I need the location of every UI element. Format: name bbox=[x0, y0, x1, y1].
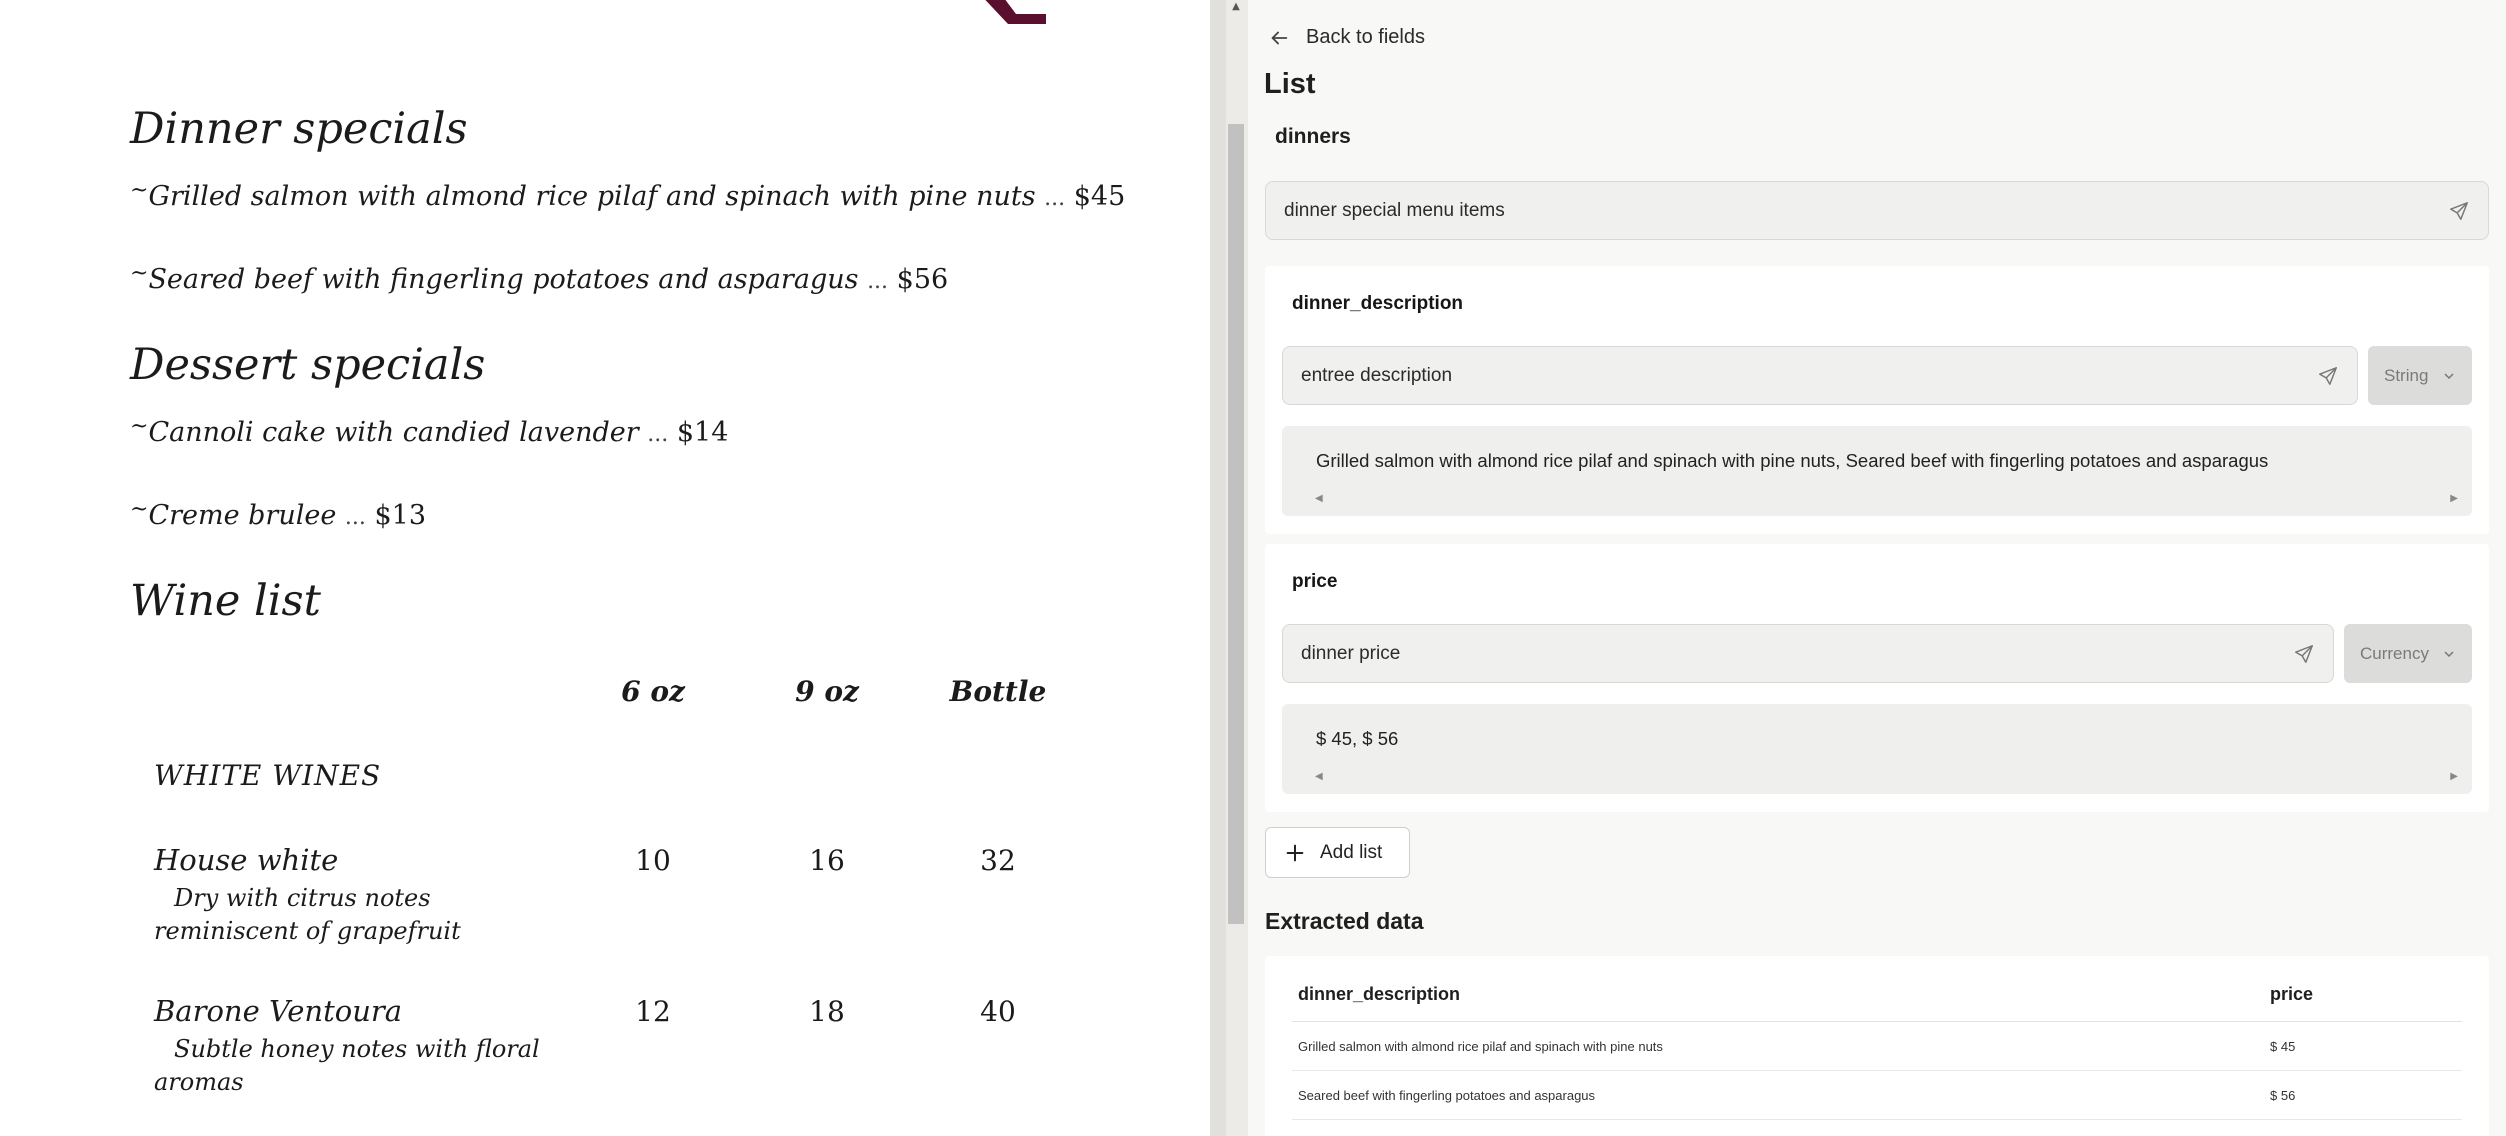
dinner-heading: Dinner specials bbox=[130, 104, 468, 154]
menu-item: ~Seared beef with fingerling potatoes an… bbox=[130, 261, 948, 295]
wine-name: Barone Ventoura bbox=[154, 994, 403, 1028]
wine-price-9oz: 16 bbox=[809, 844, 845, 877]
wine-note: Dry with citrus notes reminiscent of gra… bbox=[154, 884, 461, 945]
wine-price-6oz: 12 bbox=[635, 995, 671, 1028]
extracted-data-title: Extracted data bbox=[1265, 908, 1424, 934]
field-type-value: String bbox=[2384, 365, 2429, 385]
wine-price-bottle: 32 bbox=[980, 844, 1016, 877]
panel-title: List bbox=[1264, 68, 1316, 100]
back-label: Back to fields bbox=[1306, 26, 1425, 48]
wine-column-header: Bottle bbox=[949, 675, 1047, 708]
send-icon[interactable] bbox=[2448, 200, 2470, 222]
item-marker: ~ bbox=[130, 414, 149, 439]
field-type-select[interactable]: String bbox=[2368, 346, 2472, 405]
item-description: Grilled salmon with almond rice pilaf an… bbox=[148, 181, 1036, 212]
wine-section-label: WHITE WINES bbox=[154, 759, 382, 792]
field-type-value: Currency bbox=[2360, 643, 2429, 663]
table-cell: $ 56 bbox=[2264, 1070, 2462, 1120]
item-dots: ... bbox=[1044, 186, 1066, 211]
table-row: Grilled salmon with almond rice pilaf an… bbox=[1292, 1021, 2462, 1071]
item-description: Creme brulee bbox=[148, 500, 337, 531]
send-icon[interactable] bbox=[2317, 365, 2339, 387]
item-description: Seared beef with fingerling potatoes and… bbox=[148, 264, 859, 295]
item-marker: ~ bbox=[130, 178, 149, 203]
field-name[interactable]: price bbox=[1292, 571, 1337, 593]
column-header: dinner_description bbox=[1292, 966, 2264, 1022]
wine-price-bottle: 40 bbox=[980, 995, 1016, 1028]
field-prompt-input[interactable]: entree description bbox=[1282, 346, 2358, 405]
wine-price-9oz: 18 bbox=[809, 995, 845, 1028]
extracted-data-table: dinner_description price Grilled salmon … bbox=[1292, 966, 2462, 1120]
plus-icon bbox=[1286, 844, 1304, 861]
scroll-left-arrow-icon[interactable]: ◀ bbox=[1315, 493, 1323, 504]
table-cell: Seared beef with fingerling potatoes and… bbox=[1292, 1070, 2264, 1120]
item-dots: ... bbox=[344, 505, 366, 530]
list-prompt-value: dinner special menu items bbox=[1284, 199, 1505, 221]
logo-fragment-icon bbox=[985, 0, 1046, 24]
item-price: $13 bbox=[374, 500, 427, 531]
scroll-left-arrow-icon[interactable]: ◀ bbox=[1315, 771, 1323, 782]
wine-column-header: 6 oz bbox=[621, 675, 685, 708]
item-dots: ... bbox=[867, 269, 889, 294]
chevron-down-icon bbox=[2444, 372, 2454, 379]
menu-item: ~Grilled salmon with almond rice pilaf a… bbox=[130, 178, 1125, 212]
item-dots: ... bbox=[647, 422, 669, 447]
field-prompt-value: dinner price bbox=[1301, 642, 1401, 664]
add-list-button[interactable]: Add list bbox=[1265, 827, 1410, 878]
arrow-left-icon bbox=[1271, 31, 1288, 44]
dessert-heading: Dessert specials bbox=[130, 340, 486, 390]
scroll-up-arrow-icon[interactable]: ▲ bbox=[1230, 2, 1242, 12]
list-name[interactable]: dinners bbox=[1275, 125, 1351, 149]
scroll-right-arrow-icon[interactable]: ▶ bbox=[2450, 493, 2458, 504]
wine-price-6oz: 10 bbox=[635, 844, 671, 877]
field-card: price dinner price Currency $ 45, $ 56 ◀… bbox=[1265, 544, 2489, 812]
extracted-data-card: dinner_description price Grilled salmon … bbox=[1265, 956, 2489, 1136]
wine-column-header: 9 oz bbox=[795, 675, 859, 708]
field-name[interactable]: dinner_description bbox=[1292, 293, 1463, 315]
pane-divider[interactable] bbox=[1210, 0, 1226, 1136]
field-type-select[interactable]: Currency bbox=[2344, 624, 2472, 683]
column-header: price bbox=[2264, 966, 2462, 1022]
document-viewer[interactable]: Dinner specials ~Grilled salmon with alm… bbox=[0, 0, 1210, 1136]
send-icon[interactable] bbox=[2293, 643, 2315, 665]
item-marker: ~ bbox=[130, 261, 149, 286]
chevron-down-icon bbox=[2444, 650, 2454, 657]
field-prompt-value: entree description bbox=[1301, 364, 1453, 386]
add-list-label: Add list bbox=[1320, 841, 1383, 863]
wine-note: Subtle honey notes with floral aromas bbox=[154, 1035, 540, 1096]
table-cell: $ 45 bbox=[2264, 1021, 2462, 1071]
item-price: $45 bbox=[1073, 181, 1126, 212]
field-result-text: Grilled salmon with almond rice pilaf an… bbox=[1316, 450, 2269, 471]
wine-name: House white bbox=[154, 843, 339, 877]
table-row: Seared beef with fingerling potatoes and… bbox=[1292, 1070, 2462, 1120]
back-to-fields-link[interactable]: Back to fields bbox=[1268, 26, 1425, 49]
table-cell: Grilled salmon with almond rice pilaf an… bbox=[1292, 1021, 2264, 1071]
field-result: $ 45, $ 56 ◀ ▶ bbox=[1282, 704, 2472, 794]
table-header-row: dinner_description price bbox=[1292, 966, 2462, 1022]
field-result: Grilled salmon with almond rice pilaf an… bbox=[1282, 426, 2472, 516]
field-result-text: $ 45, $ 56 bbox=[1316, 728, 1399, 749]
extraction-panel: Back to fields List dinners dinner speci… bbox=[1248, 0, 2506, 1136]
menu-item: ~Creme brulee ... $13 bbox=[130, 497, 426, 531]
item-price: $56 bbox=[896, 264, 949, 295]
field-prompt-input[interactable]: dinner price bbox=[1282, 624, 2334, 683]
field-card: dinner_description entree description St… bbox=[1265, 266, 2489, 534]
list-prompt-input[interactable]: dinner special menu items bbox=[1265, 181, 2489, 240]
item-description: Cannoli cake with candied lavender bbox=[148, 417, 639, 448]
menu-item: ~Cannoli cake with candied lavender ... … bbox=[130, 414, 728, 448]
scrollbar-thumb[interactable] bbox=[1228, 124, 1244, 924]
scroll-right-arrow-icon[interactable]: ▶ bbox=[2450, 771, 2458, 782]
item-marker: ~ bbox=[130, 497, 149, 522]
item-price: $14 bbox=[676, 417, 729, 448]
wine-heading: Wine list bbox=[130, 576, 321, 626]
